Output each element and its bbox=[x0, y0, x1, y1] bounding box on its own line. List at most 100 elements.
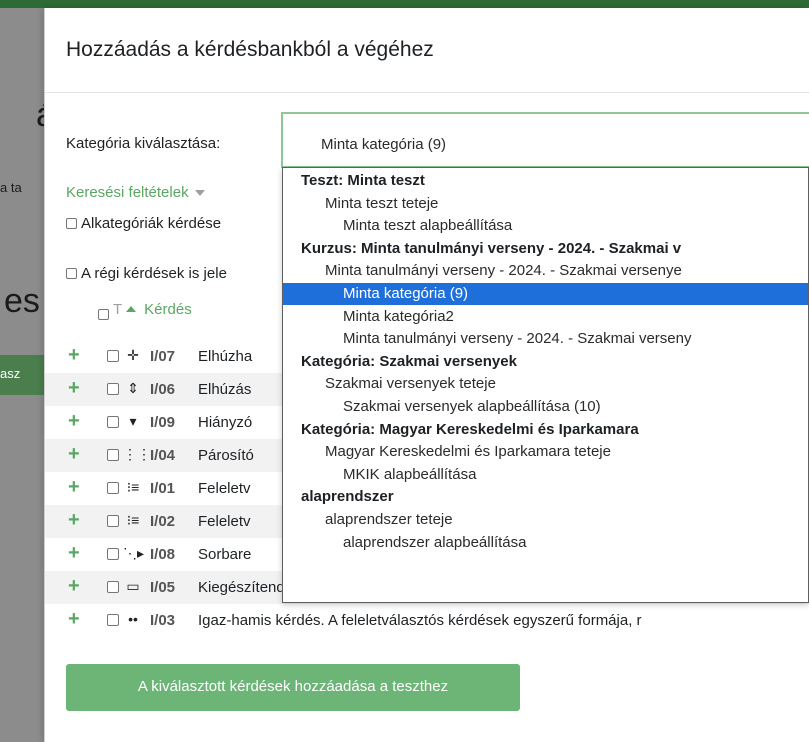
question-text: Elhúzás bbox=[198, 381, 252, 398]
subcategory-checkbox[interactable] bbox=[66, 218, 77, 229]
question-text: Hiányzó bbox=[198, 414, 253, 431]
add-selected-questions-button[interactable]: A kiválasztott kérdések hozzáadása a tes… bbox=[66, 664, 520, 711]
add-question-icon[interactable]: + bbox=[68, 576, 80, 596]
question-text: Igaz-hamis kérdés. A feleletválasztós ké… bbox=[198, 612, 642, 629]
type-column-header[interactable]: T bbox=[113, 301, 122, 318]
listbox-option-label: Minta kategória (9) bbox=[343, 285, 469, 302]
listbox-option-label: Minta tanulmányi verseny - 2024. - Szakm… bbox=[343, 330, 692, 348]
listbox-group-label: Kurzus: Minta tanulmányi verseny - 2024.… bbox=[283, 238, 808, 260]
listbox-option[interactable]: alaprendszer alapbeállítása bbox=[283, 532, 808, 554]
listbox-option[interactable]: Magyar Kereskedelmi és Iparkamara teteje bbox=[283, 441, 808, 463]
add-question-icon[interactable]: + bbox=[68, 609, 80, 629]
modal-header: Hozzáadás a kérdésbankból a végéhez bbox=[45, 8, 809, 93]
background-heading2-fragment: es bbox=[4, 282, 40, 320]
category-select-value: Minta kategória (9) bbox=[321, 136, 447, 153]
category-select[interactable]: Minta kategória (9) bbox=[281, 112, 809, 168]
search-criteria-label: Keresési feltételek bbox=[66, 184, 189, 201]
drag-drop-icon: ✛ bbox=[127, 347, 139, 363]
old-questions-checkbox[interactable] bbox=[66, 268, 77, 279]
listbox-option[interactable]: Szakmai versenyek alapbeállítása (10) bbox=[283, 396, 808, 418]
question-code: I/09 bbox=[150, 414, 176, 431]
add-question-icon[interactable]: + bbox=[68, 510, 80, 530]
listbox-group-label: Kategória: Magyar Kereskedelmi és Iparka… bbox=[283, 419, 808, 441]
listbox-option-label: Szakmai versenyek teteje bbox=[325, 375, 496, 393]
category-label: Kategória kiválasztása: bbox=[66, 135, 221, 152]
question-code: I/02 bbox=[150, 513, 176, 530]
question-checkbox[interactable] bbox=[107, 581, 119, 593]
question-text: Sorbare bbox=[198, 546, 252, 563]
listbox-group-label: Kategória: Szakmai versenyek bbox=[283, 351, 808, 373]
matching-icon: ⋮⋮ bbox=[123, 446, 151, 462]
modal-title: Hozzáadás a kérdésbankból a végéhez bbox=[66, 38, 434, 61]
add-question-icon[interactable]: + bbox=[68, 411, 80, 431]
question-column-header[interactable]: Kérdés bbox=[144, 301, 192, 318]
listbox-option-label: Minta teszt teteje bbox=[325, 194, 439, 212]
ordering-icon: ⋱▸ bbox=[123, 545, 145, 561]
listbox-option-label: MKIK alapbeállítása bbox=[343, 465, 477, 483]
question-text: Feleletv bbox=[198, 480, 251, 497]
listbox-option-label: Kategória: Magyar Kereskedelmi és Iparka… bbox=[301, 420, 639, 438]
question-code: I/04 bbox=[150, 447, 176, 464]
dropdown-icon: ▾ bbox=[129, 413, 137, 429]
listbox-option[interactable]: Minta teszt alapbeállítása bbox=[283, 215, 808, 237]
listbox-option[interactable]: Minta kategória (9) bbox=[283, 283, 808, 305]
listbox-option[interactable]: Minta tanulmányi verseny - 2024. - Szakm… bbox=[283, 328, 808, 350]
question-table-header: T Kérdés bbox=[98, 301, 192, 320]
drag-drop-small-icon: ⇕ bbox=[127, 380, 139, 396]
select-all-checkbox[interactable] bbox=[98, 309, 109, 320]
question-code: I/05 bbox=[150, 579, 176, 596]
listbox-option[interactable]: Minta kategória2 bbox=[283, 306, 808, 328]
listbox-option-label: Minta kategória2 bbox=[343, 307, 454, 325]
question-checkbox[interactable] bbox=[107, 515, 119, 527]
multichoice-icon: ⁝≡ bbox=[126, 479, 140, 495]
add-question-icon[interactable]: + bbox=[68, 477, 80, 497]
question-code: I/08 bbox=[150, 546, 176, 563]
listbox-option-label: Minta teszt alapbeállítása bbox=[343, 217, 513, 235]
listbox-option[interactable]: MKIK alapbeállítása bbox=[283, 464, 808, 486]
question-text: Elhúzha bbox=[198, 348, 253, 365]
listbox-option[interactable]: Szakmai versenyek teteje bbox=[283, 373, 808, 395]
question-text: Párosító bbox=[198, 447, 254, 464]
listbox-option[interactable]: alaprendszer teteje bbox=[283, 509, 808, 531]
listbox-option-label: Kurzus: Minta tanulmányi verseny - 2024.… bbox=[301, 239, 682, 257]
question-code: I/07 bbox=[150, 348, 176, 365]
listbox-option-label: alaprendszer teteje bbox=[325, 511, 453, 528]
listbox-option-label: Teszt: Minta teszt bbox=[301, 172, 425, 189]
background-topbar bbox=[0, 0, 809, 8]
listbox-option[interactable]: Minta tanulmányi verseny - 2024. - Szakm… bbox=[283, 260, 808, 282]
background-button-fragment: asz bbox=[0, 366, 21, 381]
question-checkbox[interactable] bbox=[107, 350, 119, 362]
true-false-icon: •• bbox=[128, 611, 138, 627]
listbox-option[interactable]: Minta teszt teteje bbox=[283, 193, 808, 215]
question-text: Feleletv bbox=[198, 513, 251, 530]
question-checkbox[interactable] bbox=[107, 383, 119, 395]
question-row[interactable]: + •• I/03 Igaz-hamis kérdés. A feleletválas… bbox=[45, 604, 809, 637]
question-code: I/01 bbox=[150, 480, 176, 497]
question-code: I/06 bbox=[150, 381, 176, 398]
question-checkbox[interactable] bbox=[107, 548, 119, 560]
add-question-icon[interactable]: + bbox=[68, 378, 80, 398]
add-question-icon[interactable]: + bbox=[68, 543, 80, 563]
search-criteria-toggle[interactable]: Keresési feltételek bbox=[66, 184, 205, 201]
listbox-group-label: alaprendszer bbox=[283, 486, 808, 508]
listbox-group-label: Teszt: Minta teszt bbox=[283, 170, 808, 192]
background-subtext-fragment: a ta bbox=[0, 180, 22, 195]
short-answer-icon: ▭ bbox=[126, 578, 140, 594]
question-checkbox[interactable] bbox=[107, 416, 119, 428]
question-checkbox[interactable] bbox=[107, 482, 119, 494]
question-code: I/03 bbox=[150, 612, 176, 629]
listbox-option-label: alaprendszer bbox=[301, 488, 394, 506]
question-checkbox[interactable] bbox=[107, 449, 119, 461]
listbox-option-label: alaprendszer alapbeállítása bbox=[343, 533, 527, 551]
question-checkbox[interactable] bbox=[107, 614, 119, 626]
listbox-option-label: Magyar Kereskedelmi és Iparkamara teteje bbox=[325, 443, 611, 461]
add-question-icon[interactable]: + bbox=[68, 444, 80, 464]
listbox-option-label: Szakmai versenyek alapbeállítása (10) bbox=[343, 398, 601, 415]
old-questions-checkbox-label: A régi kérdések is jele bbox=[81, 265, 227, 282]
listbox-option-label: Kategória: Szakmai versenyek bbox=[301, 352, 517, 370]
old-questions-option: A régi kérdések is jele bbox=[66, 265, 227, 282]
add-question-icon[interactable]: + bbox=[68, 345, 80, 365]
add-selected-questions-label: A kiválasztott kérdések hozzáadása a tes… bbox=[137, 678, 449, 695]
category-listbox[interactable]: Teszt: Minta teszt Minta teszt teteje Mint… bbox=[282, 167, 809, 603]
sort-asc-icon bbox=[126, 306, 137, 312]
